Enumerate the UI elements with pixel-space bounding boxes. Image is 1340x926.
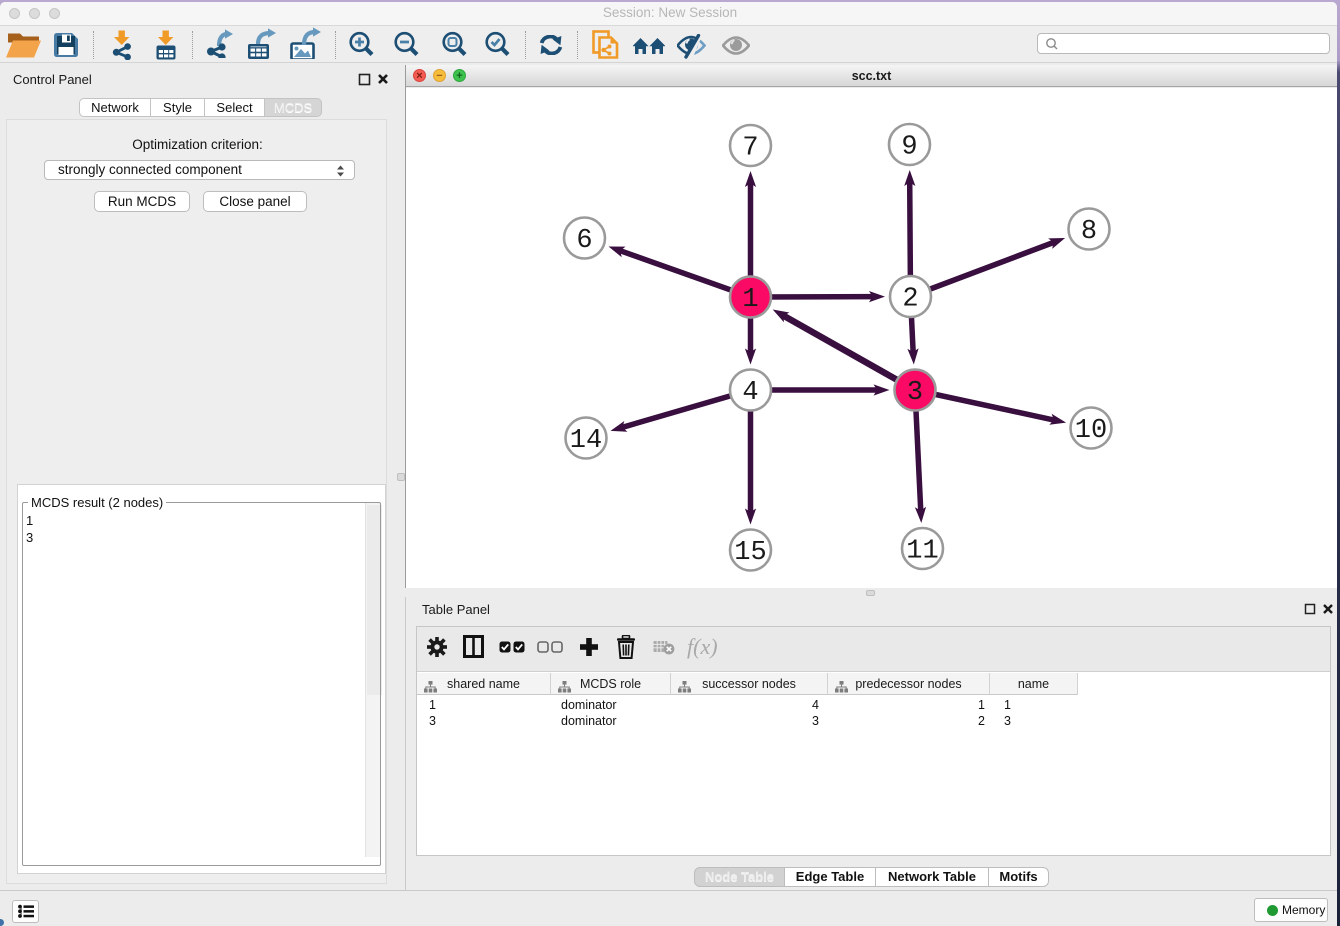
svg-text:2: 2 (902, 285, 918, 315)
svg-text:7: 7 (742, 134, 758, 164)
svg-text:15: 15 (734, 538, 766, 568)
svg-text:6: 6 (576, 226, 592, 256)
svg-text:10: 10 (1075, 416, 1107, 446)
svg-text:8: 8 (1081, 217, 1097, 247)
svg-text:11: 11 (906, 537, 938, 567)
svg-text:14: 14 (570, 426, 602, 456)
svg-text:4: 4 (742, 378, 758, 408)
svg-text:9: 9 (901, 133, 917, 163)
svg-text:3: 3 (907, 378, 923, 408)
svg-text:1: 1 (742, 285, 758, 315)
